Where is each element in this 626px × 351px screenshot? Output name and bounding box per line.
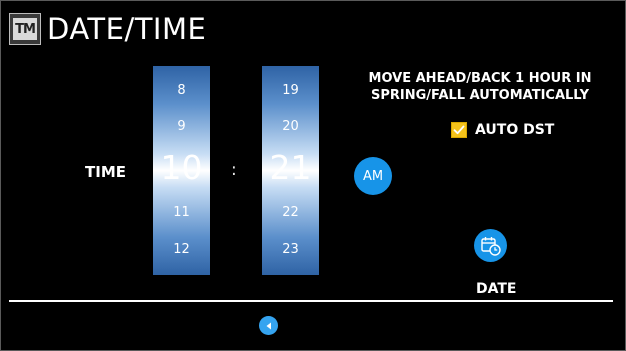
checkmark-icon xyxy=(453,125,465,135)
minute-option[interactable]: 19 xyxy=(262,83,319,98)
auto-dst-checkbox[interactable] xyxy=(451,122,467,138)
logo-mark: TM xyxy=(13,18,37,40)
hour-option[interactable]: 11 xyxy=(153,205,210,220)
minute-wheel[interactable]: 19 20 21 22 23 xyxy=(262,66,319,275)
minute-selected[interactable]: 21 xyxy=(262,148,319,187)
minute-option[interactable]: 20 xyxy=(262,119,319,134)
dst-description: MOVE AHEAD/BACK 1 HOUR IN SPRING/FALL AU… xyxy=(368,71,592,103)
auto-dst-label: AUTO DST xyxy=(475,122,555,138)
header: TM DATE/TIME xyxy=(9,10,206,48)
date-button[interactable] xyxy=(474,229,507,262)
app-logo: TM xyxy=(9,13,41,45)
calendar-clock-icon xyxy=(480,236,501,256)
minute-option[interactable]: 23 xyxy=(262,242,319,257)
hour-wheel[interactable]: 8 9 10 11 12 xyxy=(153,66,210,275)
time-label: TIME xyxy=(85,163,126,181)
minute-option[interactable]: 22 xyxy=(262,205,319,220)
time-separator: : xyxy=(231,160,237,180)
hour-option[interactable]: 12 xyxy=(153,242,210,257)
date-button-label: DATE xyxy=(476,281,517,297)
am-pm-toggle[interactable]: AM xyxy=(354,157,392,195)
hour-selected[interactable]: 10 xyxy=(153,148,210,187)
back-arrow-icon xyxy=(266,322,271,329)
auto-dst-option[interactable]: AUTO DST xyxy=(451,122,554,138)
hour-option[interactable]: 9 xyxy=(153,119,210,134)
page-title: DATE/TIME xyxy=(47,11,207,46)
back-button[interactable] xyxy=(259,316,278,335)
hour-option[interactable]: 8 xyxy=(153,83,210,98)
footer-divider xyxy=(9,300,613,302)
